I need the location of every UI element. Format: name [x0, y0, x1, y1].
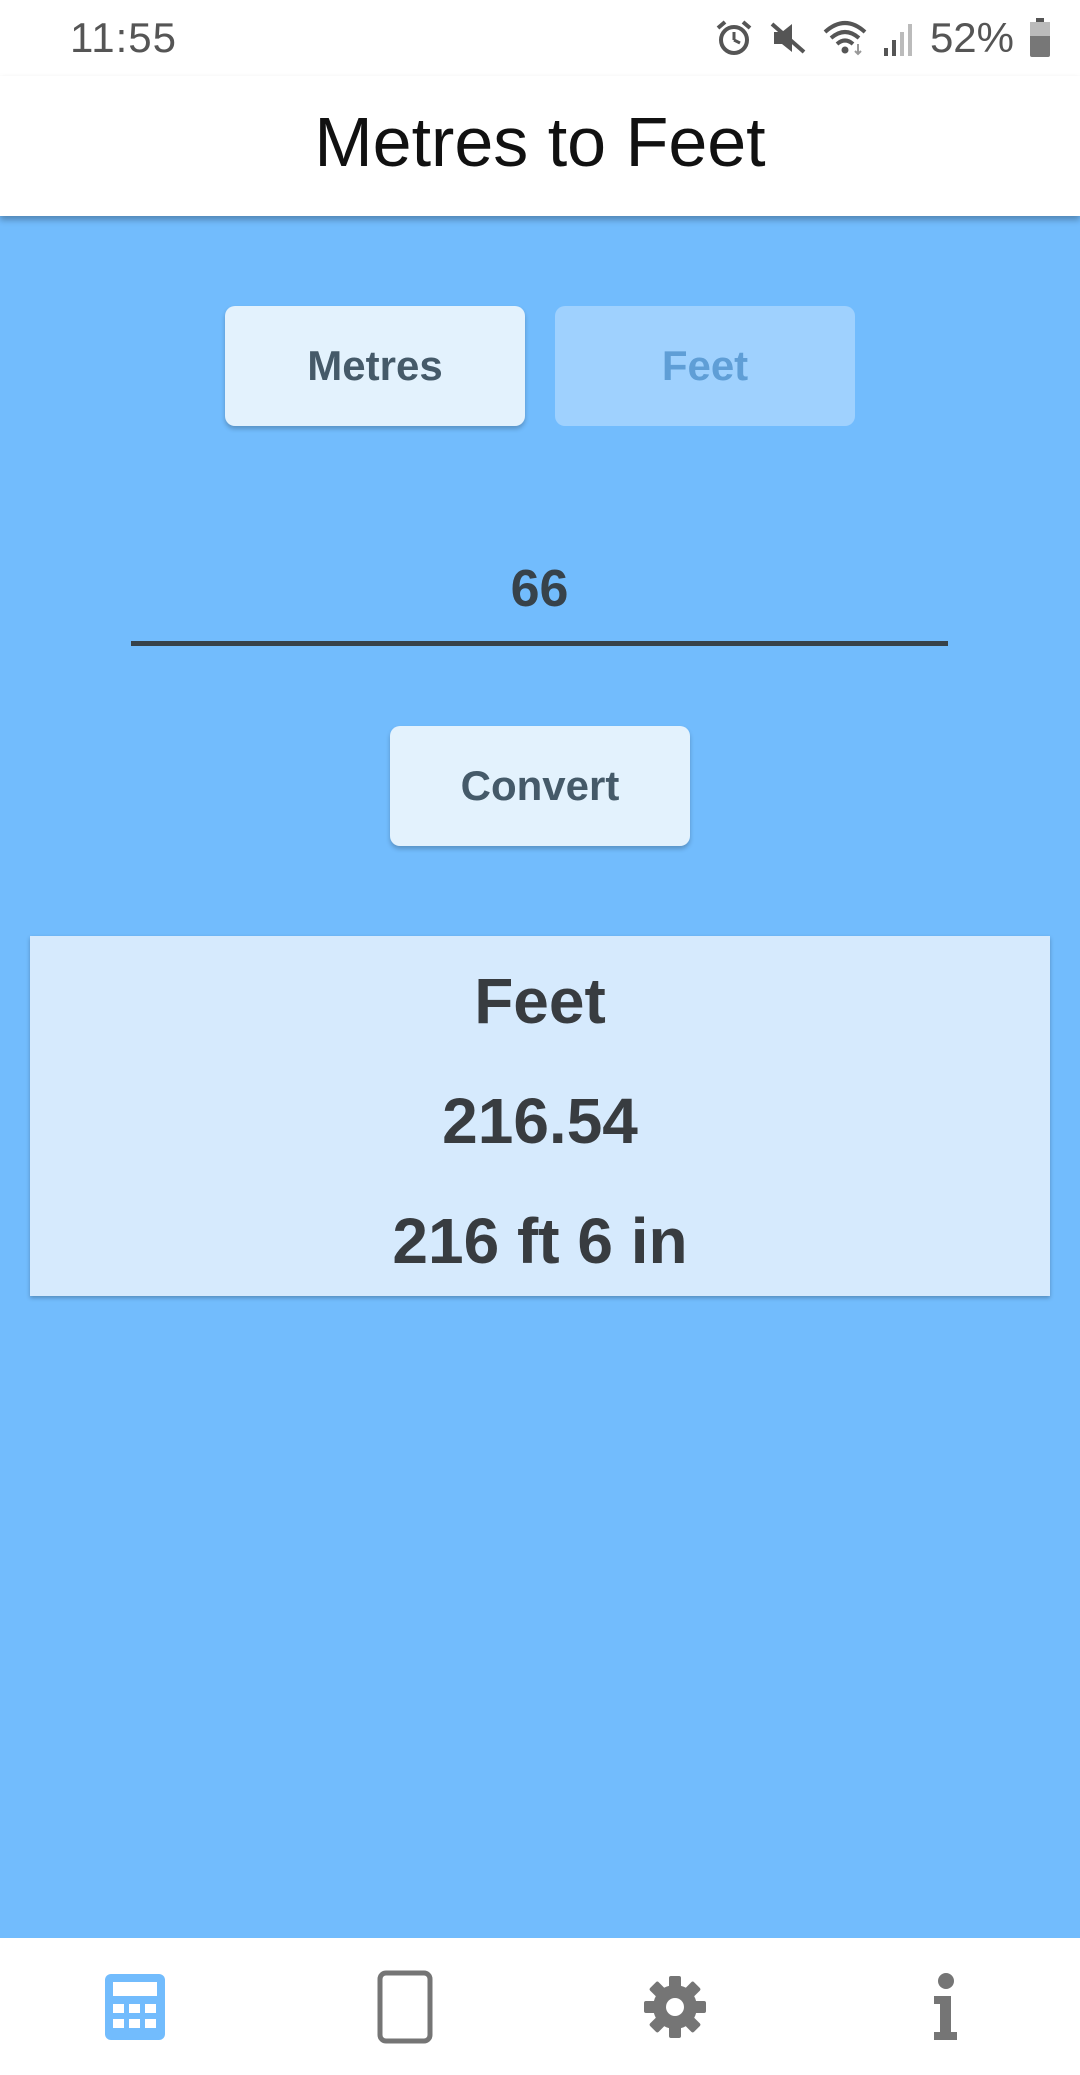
page-title: Metres to Feet — [314, 103, 766, 181]
bottom-nav — [0, 1938, 1080, 2075]
feet-button[interactable]: Feet — [555, 306, 855, 426]
info-icon — [930, 1972, 960, 2042]
alarm-icon — [714, 18, 754, 58]
status-icons: 52% — [714, 10, 1052, 66]
gear-icon — [642, 1974, 708, 2040]
result-card: Feet 216.54 216 ft 6 in — [30, 936, 1050, 1296]
battery-icon — [1028, 17, 1052, 59]
status-time: 11:55 — [70, 14, 177, 61]
nav-item-info[interactable] — [810, 1938, 1080, 2075]
nav-item-settings[interactable] — [540, 1938, 810, 2075]
main-content: Metres Feet 66 Convert Feet 216.54 216 f… — [0, 216, 1080, 1938]
result-unit-label: Feet — [474, 965, 606, 1037]
value-input[interactable]: 66 — [131, 536, 948, 646]
status-bar: 11:55 52% — [0, 0, 1080, 76]
wifi-icon — [822, 18, 868, 58]
nav-item-tablet[interactable] — [270, 1938, 540, 2075]
mute-icon — [768, 18, 808, 58]
result-imperial-value: 216 ft 6 in — [392, 1205, 688, 1277]
app-bar: Metres to Feet — [0, 76, 1080, 216]
metres-button[interactable]: Metres — [225, 306, 525, 426]
result-decimal-value: 216.54 — [442, 1085, 638, 1157]
calculator-icon — [105, 1973, 165, 2040]
tablet-icon — [377, 1970, 433, 2044]
signal-icon — [882, 18, 916, 58]
nav-item-calculator[interactable] — [0, 1938, 270, 2075]
battery-percent: 52% — [929, 14, 1014, 61]
convert-button[interactable]: Convert — [390, 726, 690, 846]
